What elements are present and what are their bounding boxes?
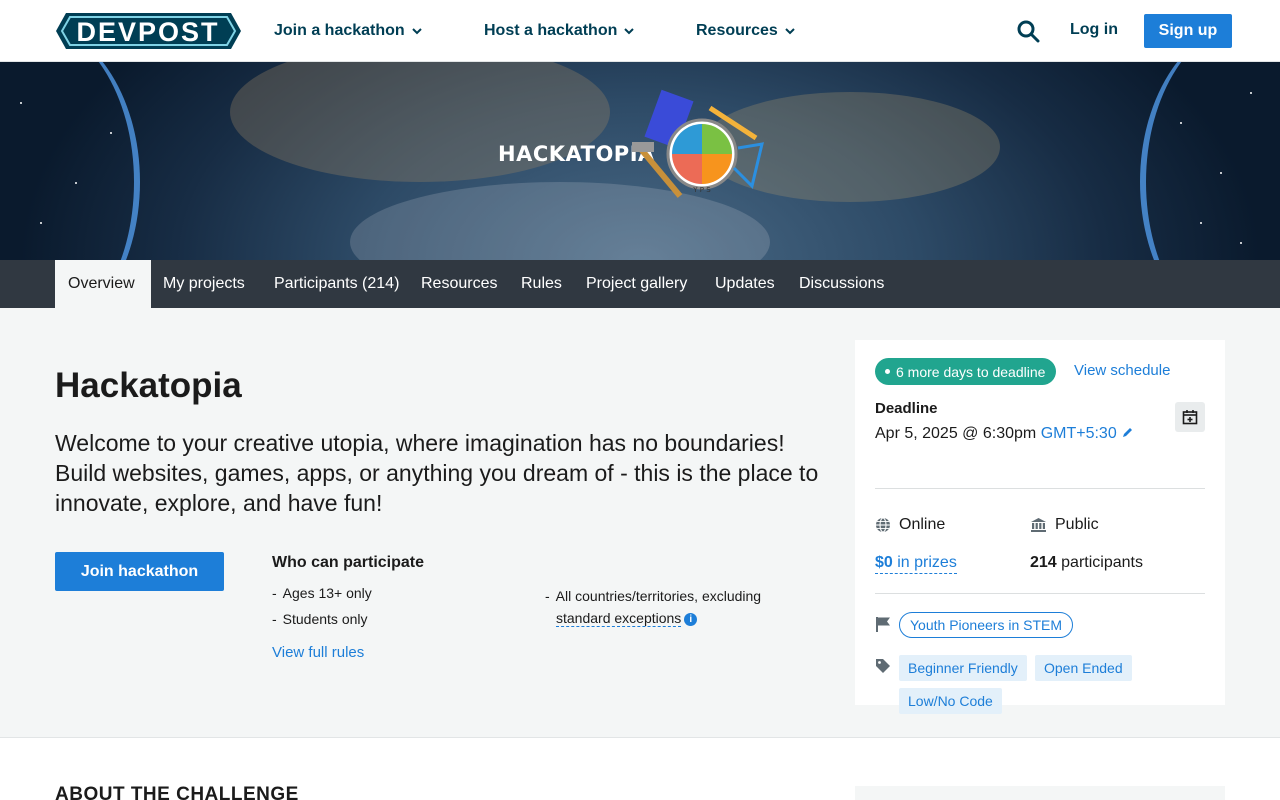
divider (875, 593, 1205, 594)
location-value: Online (899, 516, 946, 533)
tab-rules[interactable]: Rules (521, 260, 562, 308)
tag-icon (876, 659, 890, 673)
hackathon-info-card: 6 more days to deadline View schedule De… (855, 340, 1225, 714)
tab-updates[interactable]: Updates (715, 260, 775, 308)
prizes-amount: $0 (875, 554, 893, 571)
nav-join-label: Join a hackathon (274, 22, 405, 39)
organizer-pill[interactable]: Youth Pioneers in STEM (899, 612, 1074, 638)
tab-participants[interactable]: Participants (214) (274, 260, 399, 308)
visibility-meta: Public (1030, 516, 1099, 534)
eligibility-students: Students only (282, 611, 368, 627)
participants-count: 214 participants (1030, 554, 1143, 572)
add-to-calendar-button[interactable] (1175, 402, 1205, 432)
deadline-date-value: Apr 5, 2025 @ 6:30pm (875, 425, 1037, 442)
participants-suffix: participants (1056, 554, 1143, 571)
tab-discussions[interactable]: Discussions (799, 260, 884, 308)
hackathon-banner: HACKATOPIA Y P S (0, 62, 1280, 260)
nav-resources[interactable]: Resources (696, 20, 796, 42)
signup-button[interactable]: Sign up (1144, 14, 1232, 48)
tab-my-projects[interactable]: My projects (163, 260, 245, 308)
hackathon-tagline: Welcome to your creative utopia, where i… (55, 430, 819, 516)
nav-host-label: Host a hackathon (484, 22, 618, 39)
svg-text:Y P S: Y P S (692, 186, 711, 194)
flag-icon (876, 617, 890, 632)
lower-sidebar-card (855, 786, 1225, 800)
eligibility-item: - Students only (272, 611, 368, 627)
calendar-add-icon (1182, 410, 1198, 425)
theme-tag[interactable]: Low/No Code (899, 688, 1002, 714)
tab-project-gallery[interactable]: Project gallery (586, 260, 687, 308)
deadline-label: Deadline (875, 400, 938, 417)
participants-number: 214 (1030, 554, 1057, 571)
prizes-suffix: in prizes (892, 554, 957, 571)
eligibility-age: Ages 13+ only (282, 585, 372, 601)
deadline-badge: 6 more days to deadline (875, 358, 1057, 385)
pencil-icon[interactable] (1121, 426, 1134, 439)
hackathon-emblem-image: Y P S (632, 89, 764, 198)
join-hackathon-button[interactable]: Join hackathon (55, 552, 224, 591)
status-dot-icon (885, 369, 890, 374)
tab-resources[interactable]: Resources (421, 260, 497, 308)
top-navigation: DEVPOST Join a hackathon Host a hackatho… (0, 0, 1280, 62)
location-meta: Online (875, 516, 945, 534)
theme-tag[interactable]: Beginner Friendly (899, 655, 1027, 681)
timezone-link[interactable]: GMT+5:30 (1041, 425, 1117, 442)
prizes-link[interactable]: $0 in prizes (875, 554, 957, 574)
chevron-down-icon (411, 28, 422, 35)
nav-join-hackathon[interactable]: Join a hackathon (274, 20, 423, 42)
logo-text: DEVPOST (76, 17, 219, 47)
overview-section: Hackatopia Welcome to your creative utop… (0, 308, 1280, 738)
nav-resources-label: Resources (696, 22, 778, 39)
login-link[interactable]: Log in (1070, 21, 1118, 39)
eligibility-countries: All countries/territories, excluding (555, 588, 762, 604)
deadline-date: Apr 5, 2025 @ 6:30pm GMT+5:30 (875, 425, 1134, 443)
deadline-badge-label: 6 more days to deadline (896, 363, 1046, 380)
who-can-participate-heading: Who can participate (272, 554, 425, 571)
hackathon-tabs: Overview My projects Participants (214) … (0, 260, 1280, 308)
eligibility-item: - Ages 13+ only (272, 585, 372, 601)
eligibility-item: - All countries/territories, excluding st… (545, 588, 762, 627)
info-icon[interactable]: i (684, 613, 698, 626)
globe-icon (876, 517, 890, 533)
tab-overview[interactable]: Overview (55, 260, 151, 308)
chevron-down-icon (624, 28, 635, 35)
page-title: Hackatopia (55, 366, 242, 405)
view-schedule-link[interactable]: View schedule (1074, 362, 1170, 379)
nav-host-hackathon[interactable]: Host a hackathon (484, 20, 635, 42)
standard-exceptions-link[interactable]: standard exceptions (556, 610, 682, 627)
about-challenge-heading: ABOUT THE CHALLENGE (55, 784, 299, 800)
divider (875, 488, 1205, 489)
visibility-value: Public (1055, 516, 1099, 533)
theme-tag[interactable]: Open Ended (1035, 655, 1132, 681)
search-icon[interactable] (1016, 19, 1040, 43)
chevron-down-icon (785, 28, 795, 35)
institution-icon (1031, 518, 1046, 532)
view-full-rules-link[interactable]: View full rules (272, 644, 364, 661)
devpost-logo[interactable]: DEVPOST (56, 13, 241, 49)
